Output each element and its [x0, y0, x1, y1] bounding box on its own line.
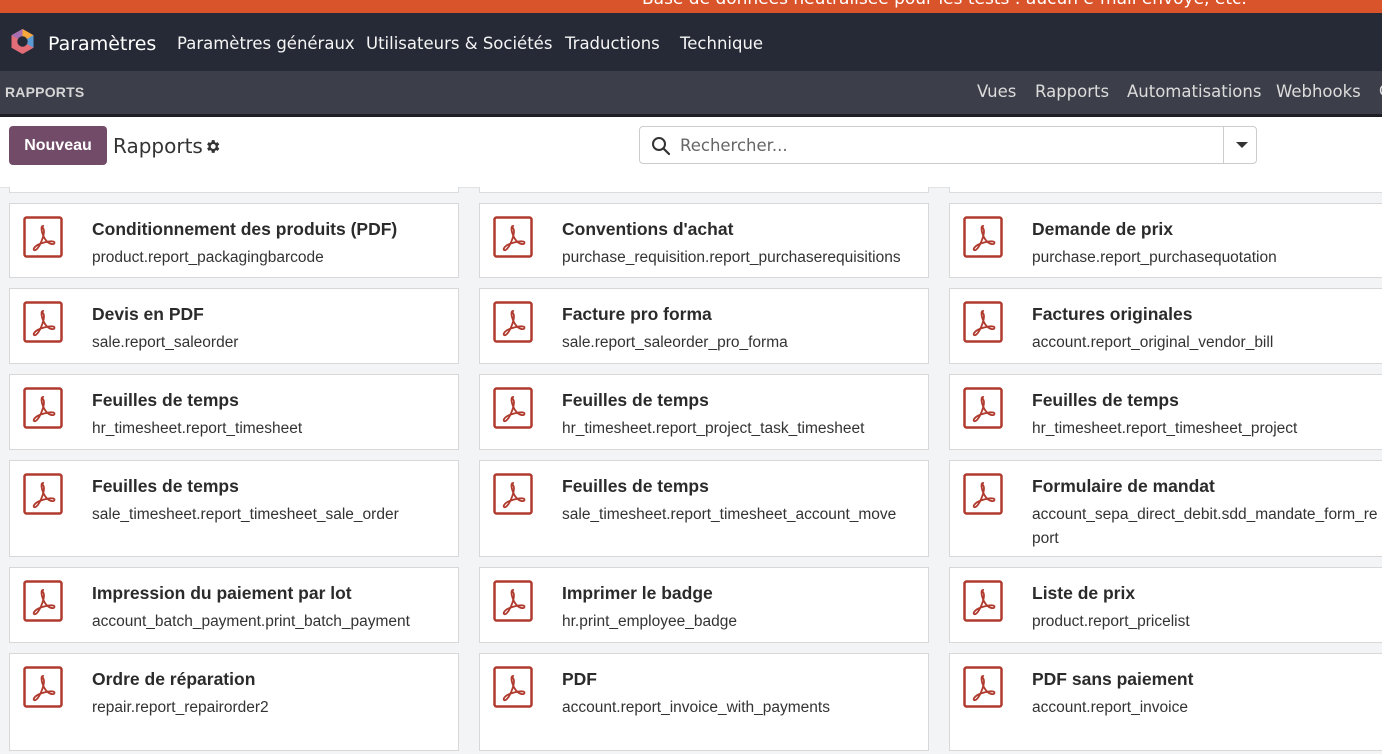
- subnav-views[interactable]: Vues: [977, 82, 1016, 101]
- report-name: Liste de prix: [1032, 583, 1136, 603]
- pdf-icon: [963, 473, 1003, 515]
- report-card[interactable]: Factures originales account.report_origin…: [949, 288, 1382, 364]
- report-card[interactable]: Liste de prix product.report_pricelist: [949, 567, 1382, 643]
- pdf-icon: [493, 666, 533, 708]
- subnav-automations[interactable]: Automatisations: [1127, 82, 1261, 101]
- report-card[interactable]: Devis en PDF sale.report_saleorder: [9, 288, 459, 364]
- report-card[interactable]: Demande de prix purchase.report_purchaseq…: [949, 203, 1382, 278]
- report-name: Feuilles de temps: [562, 390, 709, 410]
- neutralized-db-banner: Base de données neutralisée pour les tes…: [0, 0, 1382, 13]
- top-navbar: Paramètres Paramètres généraux Utilisate…: [0, 13, 1382, 71]
- card-stub: [479, 187, 929, 193]
- report-technical-name: hr_timesheet.report_timesheet_project: [1032, 420, 1298, 437]
- menu-users-companies[interactable]: Utilisateurs & Sociétés: [366, 34, 552, 53]
- pdf-icon: [493, 580, 533, 622]
- pdf-icon: [23, 666, 63, 708]
- report-name: Devis en PDF: [92, 304, 204, 324]
- pdf-icon: [23, 387, 63, 429]
- report-name: Demande de prix: [1032, 219, 1174, 239]
- report-name: Impression du paiement par lot: [92, 583, 352, 603]
- pdf-icon: [23, 216, 63, 258]
- pdf-icon: [963, 216, 1003, 258]
- pdf-icon: [493, 473, 533, 515]
- report-name: Feuilles de temps: [562, 476, 709, 496]
- menu-translations[interactable]: Traductions: [565, 34, 660, 53]
- report-technical-name: product.report_pricelist: [1032, 613, 1190, 630]
- report-technical-name: sale.report_saleorder_pro_forma: [562, 334, 788, 351]
- menu-technical[interactable]: Technique: [680, 34, 763, 53]
- subnav-webhooks[interactable]: Webhooks: [1276, 82, 1361, 101]
- report-card[interactable]: Feuilles de temps hr_timesheet.report_tim…: [9, 374, 459, 450]
- pdf-icon: [963, 666, 1003, 708]
- report-card[interactable]: Imprimer le badge hr.print_employee_badge: [479, 567, 929, 643]
- report-name: Feuilles de temps: [92, 476, 239, 496]
- pdf-icon: [23, 580, 63, 622]
- report-technical-name: hr.print_employee_badge: [562, 613, 737, 630]
- odoo-app-logo-icon[interactable]: [9, 28, 36, 55]
- card-stub: [9, 187, 459, 193]
- report-technical-name: account_sepa_direct_debit.sdd_mandate_fo…: [1032, 506, 1378, 547]
- search-input[interactable]: [680, 133, 1220, 157]
- banner-text: Base de données neutralisée pour les tes…: [642, 0, 1247, 9]
- report-card[interactable]: PDF sans paiement account.report_invoice: [949, 653, 1382, 751]
- pdf-icon: [493, 387, 533, 429]
- report-card[interactable]: Conventions d'achat purchase_requisition.…: [479, 203, 929, 278]
- pdf-icon: [493, 216, 533, 258]
- report-technical-name: repair.report_repairorder2: [92, 699, 269, 716]
- report-technical-name: purchase_requisition.report_purchaserequ…: [562, 249, 901, 266]
- pdf-icon: [963, 301, 1003, 343]
- report-name: Feuilles de temps: [92, 390, 239, 410]
- report-card[interactable]: Ordre de réparation repair.report_repairo…: [9, 653, 459, 751]
- report-card[interactable]: Feuilles de temps sale_timesheet.report_t…: [479, 460, 929, 557]
- report-technical-name: account_batch_payment.print_batch_paymen…: [92, 613, 410, 630]
- report-name: Factures originales: [1032, 304, 1193, 324]
- subnav-section-title: RAPPORTS: [5, 84, 85, 100]
- pdf-icon: [23, 301, 63, 343]
- card-stub: [949, 187, 1382, 193]
- technical-subnav: RAPPORTS Vues Rapports Automatisations W…: [0, 71, 1382, 114]
- report-card[interactable]: Feuilles de temps hr_timesheet.report_tim…: [949, 374, 1382, 450]
- report-technical-name: product.report_packagingbarcode: [92, 249, 324, 266]
- report-technical-name: account.report_invoice: [1032, 699, 1188, 716]
- control-panel: Nouveau Rapports: [0, 117, 1382, 188]
- report-technical-name: sale_timesheet.report_timesheet_sale_ord…: [92, 506, 399, 523]
- menu-general-settings[interactable]: Paramètres généraux: [177, 34, 355, 53]
- pdf-icon: [963, 580, 1003, 622]
- report-card[interactable]: Facture pro forma sale.report_saleorder_p…: [479, 288, 929, 364]
- report-name: Feuilles de temps: [1032, 390, 1179, 410]
- report-name: Conditionnement des produits (PDF): [92, 219, 398, 239]
- pdf-icon: [23, 473, 63, 515]
- report-technical-name: account.report_invoice_with_payments: [562, 699, 830, 716]
- report-card[interactable]: Formulaire de mandat account_sepa_direct_…: [949, 460, 1382, 557]
- report-technical-name: sale_timesheet.report_timesheet_account_…: [562, 506, 897, 523]
- report-name: Facture pro forma: [562, 304, 712, 324]
- report-technical-name: hr_timesheet.report_project_task_timeshe…: [562, 420, 865, 437]
- report-technical-name: purchase.report_purchasequotation: [1032, 249, 1277, 266]
- report-card[interactable]: Conditionnement des produits (PDF) produc…: [9, 203, 459, 278]
- report-name: Conventions d'achat: [562, 219, 734, 239]
- report-technical-name: account.report_original_vendor_bill: [1032, 334, 1274, 351]
- report-name: Ordre de réparation: [92, 669, 256, 689]
- report-card[interactable]: Feuilles de temps sale_timesheet.report_t…: [9, 460, 459, 557]
- breadcrumb-title: Rapports: [113, 134, 203, 158]
- report-name: PDF: [562, 669, 597, 689]
- report-name: Formulaire de mandat: [1032, 476, 1215, 496]
- subnav-reports[interactable]: Rapports: [1035, 82, 1109, 101]
- report-name: Imprimer le badge: [562, 583, 713, 603]
- pdf-icon: [493, 301, 533, 343]
- search-icon: [652, 137, 671, 156]
- report-card[interactable]: Feuilles de temps hr_timesheet.report_pro…: [479, 374, 929, 450]
- app-title[interactable]: Paramètres: [48, 33, 156, 55]
- gear-icon[interactable]: [204, 138, 221, 155]
- report-name: PDF sans paiement: [1032, 669, 1194, 689]
- report-technical-name: sale.report_saleorder: [92, 334, 239, 351]
- new-button[interactable]: Nouveau: [9, 126, 107, 165]
- pdf-icon: [963, 387, 1003, 429]
- report-technical-name: hr_timesheet.report_timesheet: [92, 420, 303, 437]
- report-card[interactable]: Impression du paiement par lot account_ba…: [9, 567, 459, 643]
- report-card[interactable]: PDF account.report_invoice_with_payments: [479, 653, 929, 751]
- search-options-toggle[interactable]: [1223, 127, 1258, 163]
- search-bar: [639, 126, 1257, 164]
